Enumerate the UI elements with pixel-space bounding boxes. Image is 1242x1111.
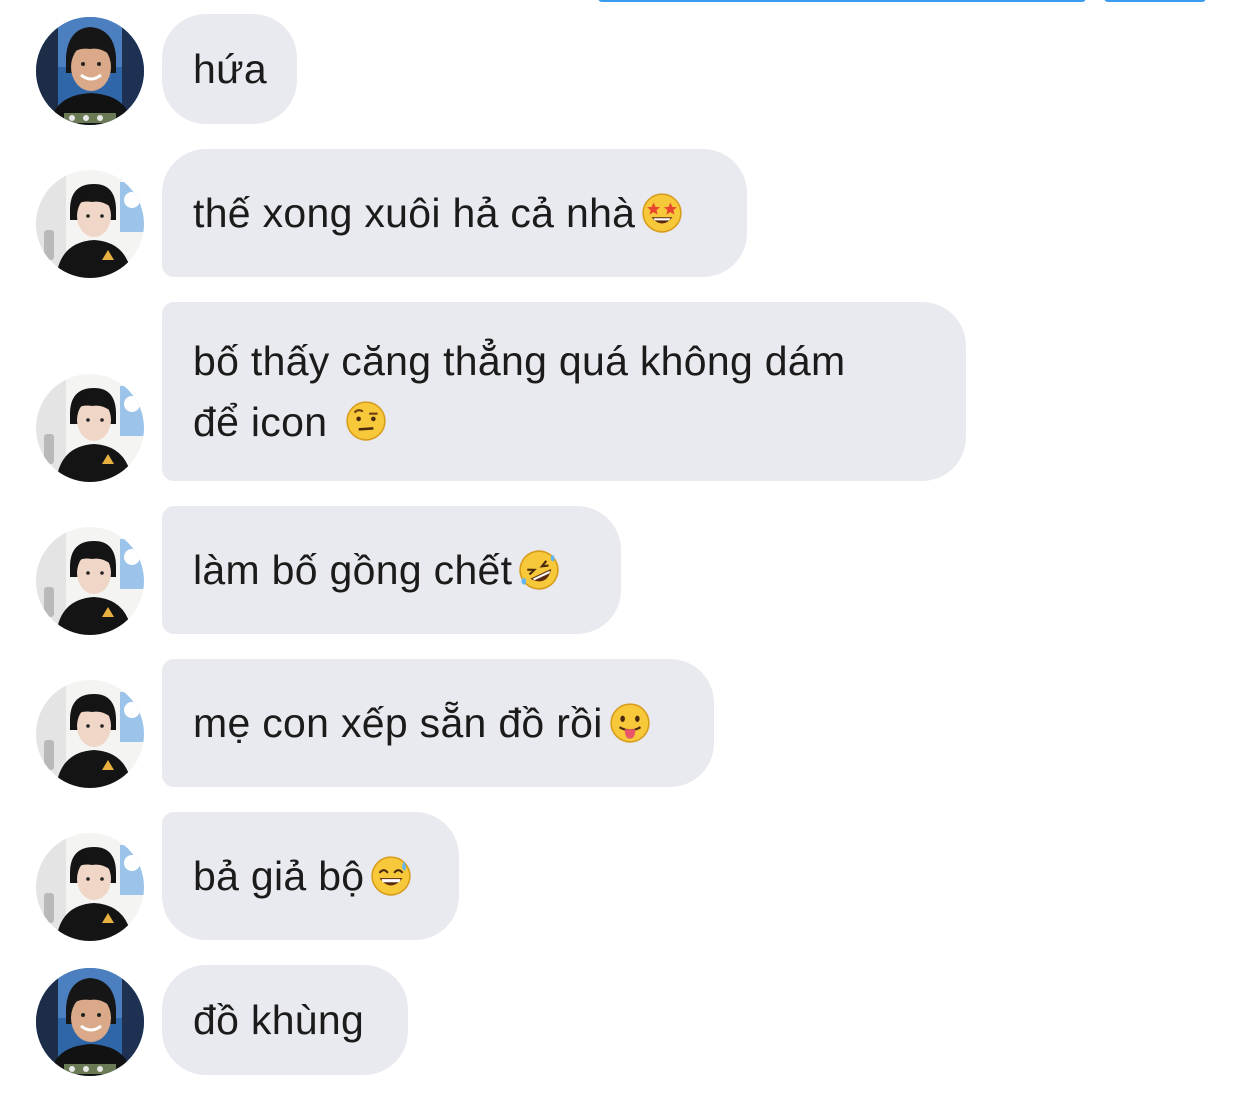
message-bubble[interactable]: hứa [162, 14, 297, 124]
star-struck-emoji-icon [642, 193, 682, 233]
message-bubble[interactable]: đồ khùng [162, 965, 408, 1075]
message-text: bả giả bộ [193, 852, 365, 899]
rolling-laughing-emoji-icon [519, 550, 560, 590]
avatar[interactable] [36, 833, 144, 941]
avatar-b-image [36, 374, 144, 482]
message-bubble[interactable]: bả giả bộ [162, 812, 459, 940]
avatar[interactable] [36, 968, 144, 1076]
avatar-b-image [36, 680, 144, 788]
top-accent-bar-left [598, 0, 1086, 2]
tongue-out-emoji-icon [610, 703, 650, 743]
message-bubble[interactable]: làm bố gồng chết [162, 506, 621, 634]
top-accent-bar-right [1104, 0, 1206, 2]
grinning-sweat-emoji-icon [371, 856, 412, 896]
message-bubble[interactable]: bố thấy căng thẳng quá không dám để icon [162, 302, 966, 481]
avatar-b-image [36, 833, 144, 941]
message-text: thế xong xuôi hả cả nhà [193, 189, 636, 236]
message-text: bố thấy căng thẳng quá không dám để icon [193, 337, 846, 445]
message-bubble[interactable]: thế xong xuôi hả cả nhà [162, 149, 747, 277]
message-bubble[interactable]: mẹ con xếp sẵn đồ rồi [162, 659, 714, 787]
avatar-b-image [36, 527, 144, 635]
message-text: đồ khùng [193, 996, 365, 1043]
avatar-a-image [36, 17, 144, 125]
message-text: hứa [193, 45, 267, 92]
avatar[interactable] [36, 170, 144, 278]
avatar[interactable] [36, 17, 144, 125]
avatar[interactable] [36, 527, 144, 635]
avatar[interactable] [36, 374, 144, 482]
message-text: làm bố gồng chết [193, 546, 513, 593]
avatar[interactable] [36, 680, 144, 788]
avatar-b-image [36, 170, 144, 278]
avatar-a-image [36, 968, 144, 1076]
raised-eyebrow-emoji-icon [346, 400, 386, 441]
message-text: mẹ con xếp sẵn đồ rồi [193, 699, 603, 746]
